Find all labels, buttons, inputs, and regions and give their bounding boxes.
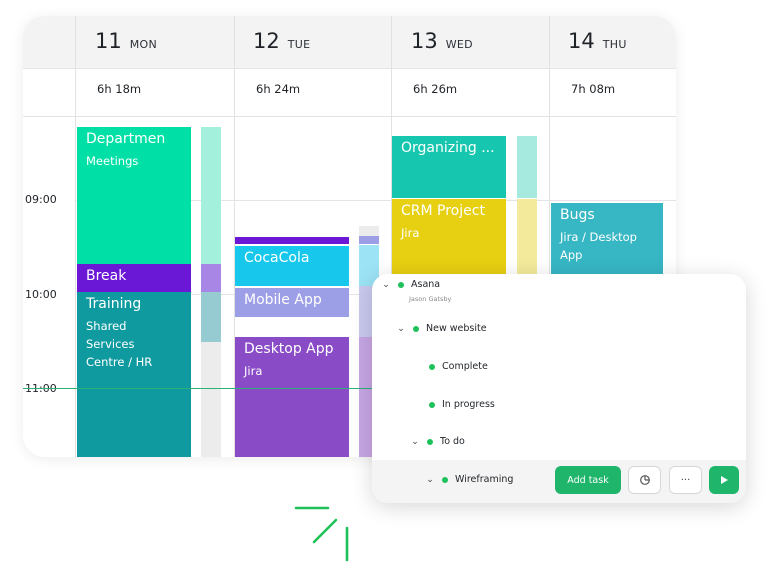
- day-duration-wed: 6h 26m: [413, 82, 458, 96]
- tree-item-in-progress[interactable]: In progress: [429, 399, 495, 410]
- day-header-thu[interactable]: 14 THU: [568, 29, 627, 59]
- status-dot: [398, 281, 404, 288]
- event-sliver[interactable]: [235, 237, 349, 244]
- day-duration-mon: 6h 18m: [97, 82, 142, 96]
- event-cocacola[interactable]: CocaCola: [235, 246, 349, 286]
- play-icon: [721, 476, 728, 484]
- chart-icon-glyph: [639, 475, 650, 485]
- time-label: 09:00: [25, 193, 57, 206]
- event-desktop-app[interactable]: Desktop App Jira: [235, 337, 349, 457]
- day-number: 12: [253, 29, 280, 53]
- event-title: Desktop App: [244, 341, 334, 357]
- status-dot: [429, 363, 435, 370]
- decorative-accent-icon: [294, 506, 349, 562]
- tree-item-new-website[interactable]: ⌄ New website: [396, 323, 487, 334]
- day-header-wed[interactable]: 13 WED: [411, 29, 473, 59]
- activity-strip-segment: [201, 292, 221, 342]
- project-name: Asana: [411, 279, 441, 290]
- day-name: MON: [129, 38, 158, 51]
- event-mobile-app[interactable]: Mobile App: [235, 288, 349, 317]
- day-name: THU: [602, 38, 627, 51]
- activity-strip-segment: [517, 199, 537, 279]
- day-number: 14: [568, 29, 595, 53]
- day-duration-thu: 7h 08m: [571, 82, 616, 96]
- start-timer-button[interactable]: [709, 466, 739, 494]
- activity-strip-segment: [201, 264, 221, 292]
- event-title: Mobile App: [244, 292, 322, 308]
- event-subtitle: Jira / Desktop App: [560, 230, 637, 262]
- tree-item-label: In progress: [442, 399, 495, 410]
- day-name: TUE: [287, 38, 311, 51]
- event-subtitle: Shared Services Centre / HR: [86, 319, 153, 369]
- chevron-down-icon[interactable]: ⌄: [381, 280, 391, 290]
- activity-strip-segment: [201, 127, 221, 264]
- day-name: WED: [445, 38, 473, 51]
- status-dot: [442, 476, 448, 483]
- add-task-button[interactable]: Add task: [555, 466, 621, 494]
- event-title: Break: [86, 268, 127, 284]
- event-title: Training: [86, 296, 142, 312]
- chevron-down-icon[interactable]: ⌄: [410, 437, 420, 447]
- day-number: 13: [411, 29, 438, 53]
- day-header-mon[interactable]: 11 MON: [95, 29, 157, 59]
- event-subtitle: Jira: [401, 226, 420, 240]
- activity-strip-segment: [517, 136, 537, 198]
- event-subtitle: Meetings: [86, 154, 139, 168]
- tree-item-label: New website: [426, 323, 487, 334]
- tree-item-complete[interactable]: Complete: [429, 361, 488, 372]
- column-divider: [75, 16, 76, 457]
- event-title: Bugs: [560, 207, 595, 223]
- task-tree-panel: ⌄ Asana Jason Gatsby ⌄ New website Compl…: [372, 274, 746, 503]
- tree-item-asana[interactable]: ⌄ Asana: [381, 279, 440, 290]
- event-title: Departmen: [86, 131, 166, 147]
- activity-strip-segment: [359, 226, 379, 236]
- event-department-meetings[interactable]: Departmen Meetings: [77, 127, 191, 264]
- tree-item-label: Complete: [442, 361, 488, 372]
- chevron-down-icon[interactable]: ⌄: [396, 324, 406, 334]
- day-header-tue[interactable]: 12 TUE: [253, 29, 310, 59]
- tree-item-to-do[interactable]: ⌄ To do: [410, 436, 465, 447]
- project-owner: Jason Gatsby: [409, 295, 452, 303]
- chart-icon[interactable]: [628, 466, 661, 494]
- more-options-button[interactable]: ···: [669, 466, 702, 494]
- activity-strip-segment: [359, 236, 379, 244]
- chevron-down-icon[interactable]: ⌄: [425, 475, 435, 485]
- event-break[interactable]: Break: [77, 264, 191, 292]
- day-duration-tue: 6h 24m: [256, 82, 301, 96]
- day-number: 11: [95, 29, 122, 53]
- event-training[interactable]: Training Shared Services Centre / HR: [77, 292, 191, 457]
- status-dot: [413, 325, 419, 332]
- tree-item-label: Wireframing: [455, 474, 514, 485]
- event-organizing[interactable]: Organizing ...: [392, 136, 506, 198]
- status-dot: [427, 438, 433, 445]
- event-title: CRM Project: [401, 203, 485, 219]
- event-title: Organizing ...: [401, 140, 495, 156]
- event-subtitle: Jira: [244, 364, 263, 378]
- event-title: CocaCola: [244, 250, 310, 266]
- tree-item-label: To do: [440, 436, 465, 447]
- time-label: 10:00: [25, 288, 57, 301]
- activity-strip-segment: [201, 342, 221, 457]
- tree-item-wireframing[interactable]: ⌄ Wireframing: [425, 474, 513, 485]
- status-dot: [429, 401, 435, 408]
